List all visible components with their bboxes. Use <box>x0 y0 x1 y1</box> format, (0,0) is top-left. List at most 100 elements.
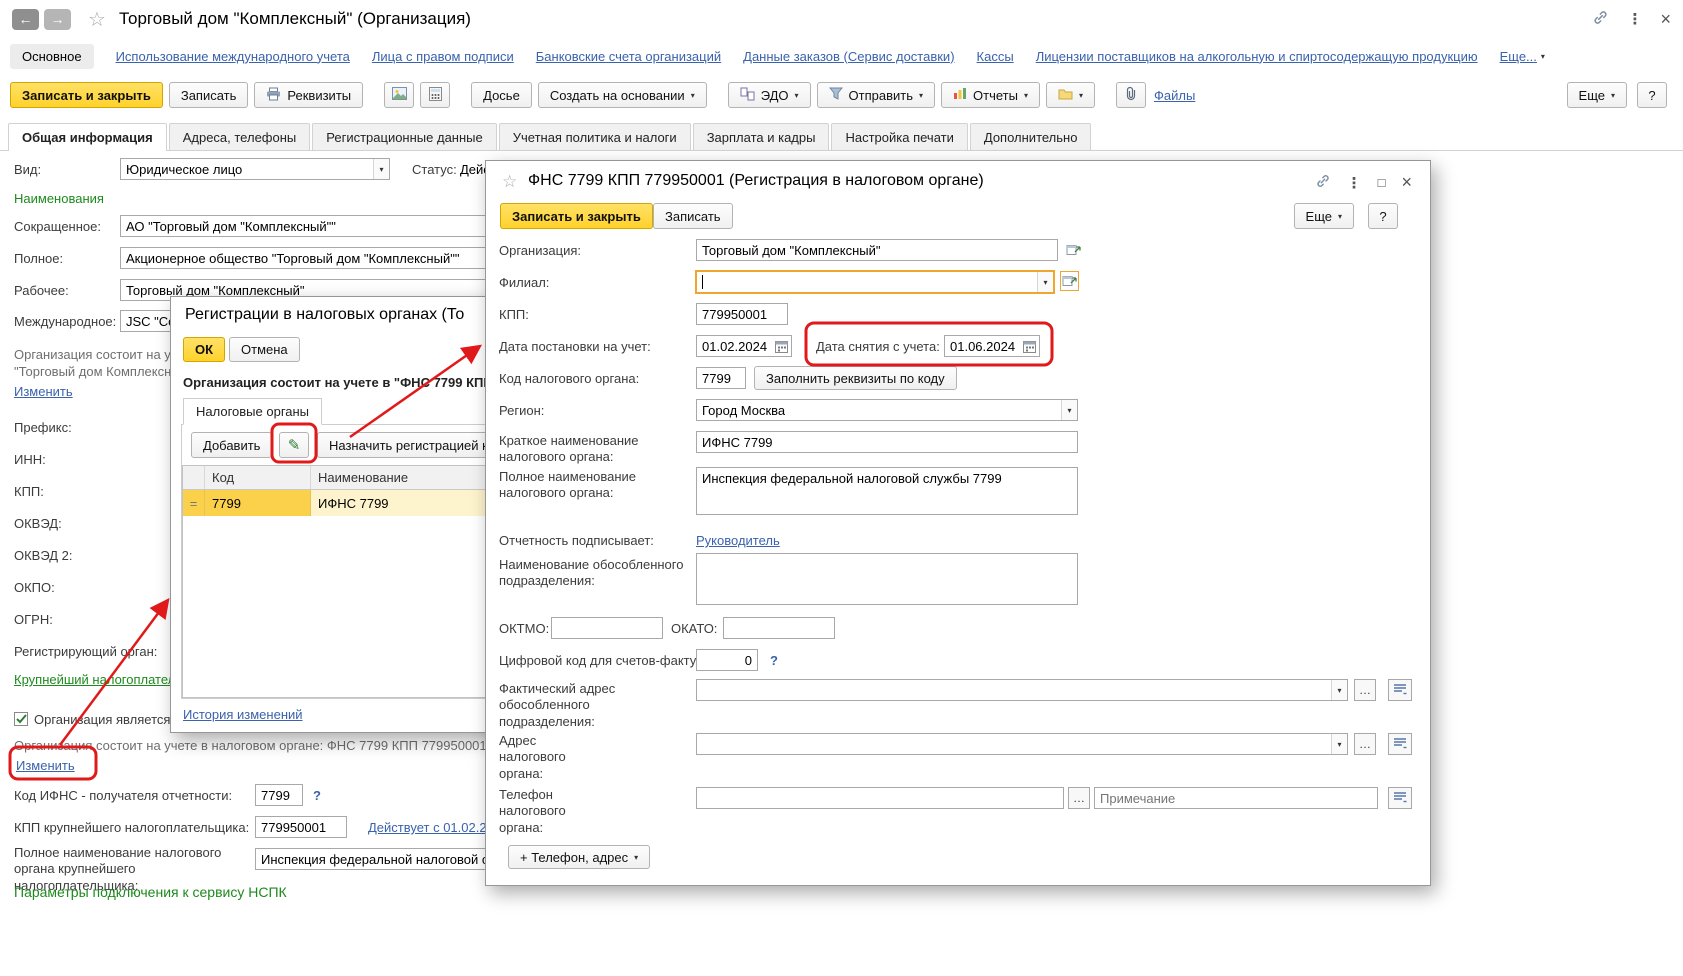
largest-taxpayer-link[interactable]: Крупнейший налогоплател <box>14 672 175 687</box>
files-link[interactable]: Файлы <box>1154 88 1195 103</box>
create-based-on-button[interactable]: Создать на основании ▾ <box>537 82 707 108</box>
edit-button[interactable]: ✎ <box>279 432 309 458</box>
nav-link-order-data[interactable]: Данные заказов (Сервис доставки) <box>743 49 954 64</box>
dossier-button[interactable]: Досье <box>471 82 532 108</box>
report-signer-link[interactable]: Руководитель <box>696 533 780 548</box>
tax-address-ellipsis-button[interactable]: … <box>1354 733 1376 755</box>
fill-by-code-button[interactable]: Заполнить реквизиты по коду <box>754 366 957 390</box>
calendar-icon[interactable] <box>1021 337 1038 355</box>
chevron-down-icon[interactable]: ▾ <box>1331 680 1347 700</box>
phone-text-button[interactable] <box>1388 787 1412 809</box>
short-name-value: АО "Торговый дом "Комплексный"" <box>126 218 336 234</box>
calendar-icon[interactable] <box>773 337 790 355</box>
invoice-digital-code-input[interactable]: 0 <box>696 649 758 671</box>
actual-address-text-button[interactable] <box>1388 679 1412 701</box>
organization-input[interactable]: Торговый дом "Комплексный" <box>696 239 1058 261</box>
cancel-button[interactable]: Отмена <box>229 337 300 362</box>
close-icon[interactable]: × <box>1660 9 1671 30</box>
ok-button[interactable]: ОК <box>183 337 226 362</box>
branch-input[interactable]: ▾ <box>695 270 1055 294</box>
actual-address-input[interactable]: ▾ <box>696 679 1348 701</box>
add-button[interactable]: Добавить <box>191 432 273 458</box>
kpp-input[interactable]: 779950001 <box>696 303 788 325</box>
deregistration-date-input[interactable]: 01.06.2024 <box>944 335 1040 357</box>
nav-link-cash-registers[interactable]: Кассы <box>977 49 1014 64</box>
nav-link-bank-accounts[interactable]: Банковские счета организаций <box>536 49 721 64</box>
save-button[interactable]: Записать <box>168 82 249 108</box>
more-button[interactable]: Еще ▾ <box>1293 203 1354 229</box>
region-select[interactable]: Город Москва ▾ <box>696 399 1078 421</box>
change-history-link[interactable]: История изменений <box>183 707 303 722</box>
image-button[interactable] <box>384 82 415 108</box>
link-icon[interactable] <box>1315 173 1331 192</box>
reports-button[interactable]: Отчеты ▾ <box>941 82 1040 108</box>
okato-input[interactable] <box>723 617 835 639</box>
tax-address-text-button[interactable] <box>1388 733 1412 755</box>
send-button[interactable]: Отправить ▾ <box>816 82 936 108</box>
tab-accounting-policy[interactable]: Учетная политика и налоги <box>498 123 691 150</box>
tab-general-info[interactable]: Общая информация <box>8 123 167 151</box>
open-form-icon[interactable] <box>1060 271 1079 291</box>
back-button[interactable]: ← <box>12 8 39 30</box>
tab-registration-data[interactable]: Регистрационные данные <box>312 123 497 150</box>
full-tax-name-textarea[interactable]: Инспекция федеральной налоговой службы 7… <box>696 467 1078 515</box>
nav-link-signatories[interactable]: Лица с правом подписи <box>372 49 514 64</box>
tax-authority-code-value: 7799 <box>702 370 731 386</box>
nav-link-alcohol-licenses[interactable]: Лицензии поставщиков на алкогольную и сп… <box>1036 49 1478 64</box>
short-tax-name-input[interactable]: ИФНС 7799 <box>696 431 1078 453</box>
forward-button[interactable]: → <box>44 8 71 30</box>
nav-more-button[interactable]: Еще... ▾ <box>1500 49 1545 64</box>
tax-authority-address-input[interactable]: ▾ <box>696 733 1348 755</box>
open-form-icon[interactable] <box>1064 240 1083 260</box>
add-phone-address-button[interactable]: + Телефон, адрес ▾ <box>508 845 651 869</box>
maximize-icon[interactable]: □ <box>1378 175 1386 190</box>
phone-ellipsis-button[interactable]: … <box>1068 787 1090 809</box>
nav-item-main[interactable]: Основное <box>10 43 94 69</box>
tab-tax-authorities[interactable]: Налоговые органы <box>183 398 323 425</box>
kebab-menu-icon[interactable]: ⋮ <box>1627 10 1642 28</box>
requisites-button[interactable]: Реквизиты <box>254 82 364 108</box>
ifns-help-link[interactable]: ? <box>313 788 321 803</box>
chevron-down-icon[interactable]: ▾ <box>1037 272 1053 292</box>
nav-link-international-accounting[interactable]: Использование международного учета <box>116 49 350 64</box>
help-button[interactable]: ? <box>1637 82 1667 108</box>
tab-additional[interactable]: Дополнительно <box>969 123 1092 150</box>
chevron-down-icon[interactable]: ▾ <box>373 159 389 179</box>
change-link-top[interactable]: Изменить <box>14 384 73 399</box>
tab-addresses[interactable]: Адреса, телефоны <box>168 123 311 150</box>
invoice-code-help-link[interactable]: ? <box>770 653 778 668</box>
org-is-largest-checkbox[interactable] <box>14 712 28 726</box>
ifns-code-input[interactable]: 7799 <box>255 784 303 806</box>
tax-authority-phone-input[interactable] <box>696 787 1064 809</box>
tax-authority-code-input[interactable]: 7799 <box>696 367 746 389</box>
chevron-down-icon[interactable]: ▾ <box>1061 400 1077 420</box>
folder-menu-button[interactable]: ▾ <box>1045 82 1095 108</box>
attachments-button[interactable] <box>1116 82 1146 108</box>
chevron-down-icon: ▾ <box>1023 90 1028 100</box>
tab-payroll-hr[interactable]: Зарплата и кадры <box>692 123 830 150</box>
more-button[interactable]: Еще ▾ <box>1566 82 1627 108</box>
favorite-star-icon[interactable]: ☆ <box>502 172 517 192</box>
largest-kpp-input[interactable]: 779950001 <box>255 816 347 838</box>
link-icon[interactable] <box>1592 9 1609 29</box>
actual-address-ellipsis-button[interactable]: … <box>1354 679 1376 701</box>
edo-button[interactable]: ЭДО ▾ <box>727 82 811 108</box>
tab-print-settings[interactable]: Настройка печати <box>831 123 968 150</box>
save-and-close-button[interactable]: Записать и закрыть <box>500 203 653 229</box>
favorite-star-icon[interactable]: ☆ <box>88 7 106 32</box>
subdivision-name-textarea[interactable] <box>696 553 1078 605</box>
close-icon[interactable]: × <box>1401 172 1412 193</box>
short-name-input[interactable]: АО "Торговый дом "Комплексный"" <box>120 215 540 237</box>
chevron-down-icon[interactable]: ▾ <box>1331 734 1347 754</box>
kind-select[interactable]: Юридическое лицо ▾ <box>120 158 390 180</box>
full-name-input[interactable]: Акционерное общество "Торговый дом "Комп… <box>120 247 540 269</box>
phone-note-input[interactable] <box>1094 787 1378 809</box>
save-and-close-button[interactable]: Записать и закрыть <box>10 82 163 108</box>
oktmo-input[interactable] <box>551 617 663 639</box>
registration-date-input[interactable]: 01.02.2024 <box>696 335 792 357</box>
calculator-button[interactable] <box>420 82 451 108</box>
save-button[interactable]: Записать <box>653 203 733 229</box>
change-link-bottom[interactable]: Изменить <box>16 758 75 773</box>
help-button[interactable]: ? <box>1368 203 1398 229</box>
kebab-menu-icon[interactable]: ⋮ <box>1347 174 1362 192</box>
